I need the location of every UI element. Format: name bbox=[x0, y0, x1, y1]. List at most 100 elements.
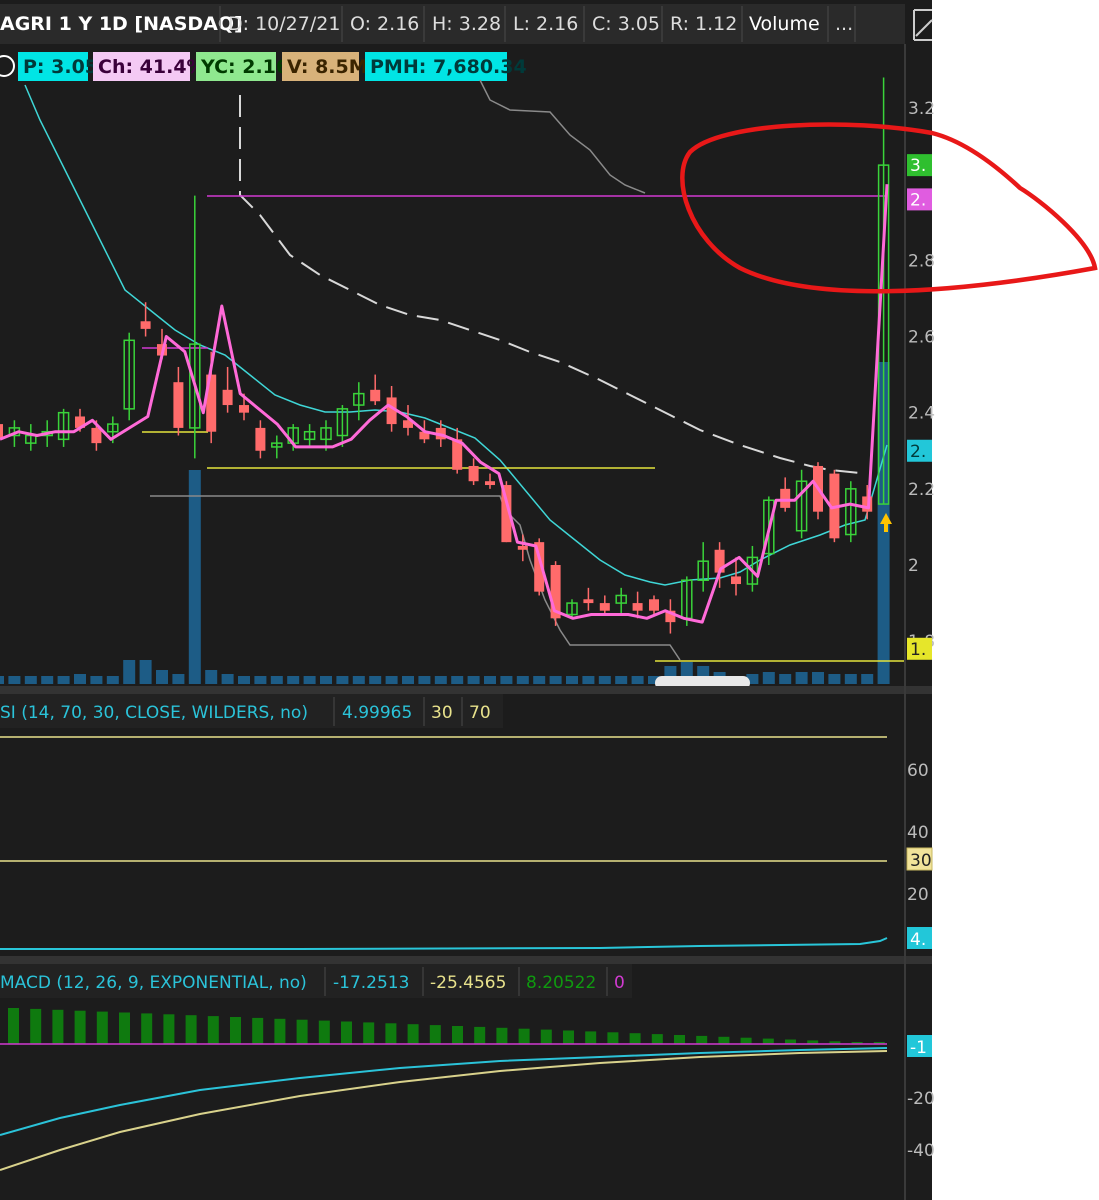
volume-bar bbox=[418, 676, 431, 684]
header-bar: AGRI 1 Y 1D [NASDAQ] D: 10/27/21 O: 2.16… bbox=[0, 4, 933, 44]
candle-body bbox=[583, 599, 594, 604]
volume-bar bbox=[598, 676, 611, 684]
volume-bar bbox=[828, 674, 841, 684]
macd-histogram-bar bbox=[585, 1031, 597, 1044]
volume-bar bbox=[303, 676, 316, 684]
price-axis-label: 2 bbox=[908, 556, 919, 576]
candle-body bbox=[239, 405, 249, 413]
macd-histogram-bar bbox=[740, 1037, 752, 1044]
volume-bar bbox=[533, 676, 546, 684]
macd-histogram-bar bbox=[696, 1035, 708, 1044]
volume-bar bbox=[270, 676, 283, 684]
volume-bar bbox=[812, 672, 824, 684]
price-axis-label: 2.2 bbox=[908, 480, 935, 500]
price-badge: 1. bbox=[910, 640, 926, 660]
volume-bar bbox=[90, 676, 103, 684]
candle-body bbox=[173, 382, 184, 428]
volume-bar bbox=[566, 676, 578, 684]
trading-chart: AGRI 1 Y 1D [NASDAQ] D: 10/27/21 O: 2.16… bbox=[0, 0, 1099, 1200]
candle-body bbox=[485, 481, 495, 486]
price-axis-label: 2.6 bbox=[908, 328, 935, 348]
volume-bar bbox=[762, 672, 775, 684]
volume-bar bbox=[254, 676, 267, 684]
rsi-badge-30: 30 bbox=[910, 851, 932, 871]
more-studies-label[interactable]: ... bbox=[835, 13, 853, 35]
macd-histogram-bar bbox=[496, 1027, 508, 1044]
macd-histogram-bar bbox=[385, 1023, 397, 1044]
macd-histogram-bar bbox=[52, 1009, 64, 1044]
macd-zero: 0 bbox=[614, 973, 625, 993]
volume-bar bbox=[139, 660, 152, 684]
candle-body bbox=[649, 599, 659, 611]
low-label: L: 2.16 bbox=[513, 13, 578, 35]
rsi-badge-value: 4. bbox=[910, 930, 926, 950]
candle-body bbox=[370, 389, 381, 402]
volume-bar bbox=[188, 470, 201, 684]
rsi-axis-20: 20 bbox=[907, 885, 929, 905]
macd-histogram-bar bbox=[274, 1018, 286, 1044]
macd-title[interactable]: MACD (12, 26, 9, EXPONENTIAL, no) bbox=[0, 973, 307, 993]
rsi-level-high: 70 bbox=[469, 703, 491, 723]
rsi-axis-40: 40 bbox=[907, 823, 929, 843]
candle-body bbox=[255, 427, 266, 451]
price-panel-divider bbox=[0, 686, 932, 694]
volume-bar bbox=[156, 670, 168, 684]
macd-histogram-bar bbox=[629, 1033, 641, 1044]
macd-histogram-bar bbox=[141, 1013, 153, 1044]
macd-avg: -25.4565 bbox=[430, 973, 506, 993]
rsi-title[interactable]: SI (14, 70, 30, CLOSE, WILDERS, no) bbox=[0, 703, 308, 723]
volume-bar bbox=[0, 676, 4, 684]
rsi-axis-60: 60 bbox=[907, 761, 929, 781]
macd-histogram-bar bbox=[407, 1024, 419, 1044]
price-badge: 2. bbox=[910, 190, 926, 210]
volume-bar bbox=[484, 676, 496, 684]
volume-bar bbox=[221, 674, 234, 684]
volume-bar bbox=[451, 676, 464, 684]
macd-axis-20: -20 bbox=[907, 1089, 935, 1109]
volume-bar bbox=[57, 676, 70, 684]
macd-histogram-bar bbox=[185, 1015, 197, 1044]
volume-study-label[interactable]: Volume bbox=[749, 13, 820, 35]
symbol-label[interactable]: AGRI 1 Y 1D [NASDAQ] bbox=[0, 13, 243, 35]
volume-bar bbox=[352, 676, 365, 684]
range-label: R: 1.12 bbox=[670, 13, 737, 35]
volume-bar bbox=[8, 676, 21, 684]
price-axis-label: 3.2 bbox=[908, 99, 935, 119]
volume-bar bbox=[172, 674, 185, 684]
rsi-level-low: 30 bbox=[431, 703, 453, 723]
volume-bar bbox=[41, 676, 54, 684]
macd-histogram-bar bbox=[230, 1017, 241, 1044]
volume-bar bbox=[402, 676, 414, 684]
macd-histogram-bar bbox=[718, 1036, 730, 1044]
volume-bar bbox=[844, 674, 857, 684]
volume-bar bbox=[205, 670, 218, 684]
candle-body bbox=[599, 603, 610, 611]
macd-histogram-bar bbox=[563, 1030, 574, 1044]
macd-histogram-bar bbox=[318, 1020, 330, 1044]
volume-bar bbox=[106, 676, 119, 684]
macd-histogram-bar bbox=[540, 1029, 552, 1044]
quote-badge-row: P: 3.05 Ch: 41.4%YC: 2.16V: 8.5M PMH: 7,68… bbox=[0, 52, 527, 81]
volume-bar bbox=[24, 676, 37, 684]
rsi-value: 4.99965 bbox=[342, 703, 412, 723]
candle-body bbox=[780, 488, 791, 508]
volume-bar bbox=[238, 676, 250, 684]
volume-bar bbox=[795, 672, 808, 684]
candle-body bbox=[632, 603, 643, 611]
macd-histogram-bar bbox=[363, 1022, 375, 1044]
macd-histogram-bar bbox=[651, 1034, 663, 1044]
candle-body bbox=[862, 496, 873, 512]
open-label: O: 2.16 bbox=[350, 13, 419, 35]
volume-bar bbox=[287, 676, 300, 684]
volume-bar bbox=[434, 676, 447, 684]
macd-histogram-bar bbox=[207, 1016, 219, 1044]
macd-histogram-bar bbox=[674, 1035, 685, 1044]
volume-bar bbox=[582, 676, 595, 684]
macd-histogram-bar bbox=[252, 1017, 264, 1044]
volume-bar bbox=[631, 676, 644, 684]
rsi-panel-divider bbox=[0, 956, 932, 964]
volume-bar bbox=[74, 674, 86, 684]
price-axis-label: 2.4 bbox=[908, 404, 935, 424]
volume-bar bbox=[861, 674, 874, 684]
macd-histogram-bar bbox=[163, 1014, 175, 1044]
